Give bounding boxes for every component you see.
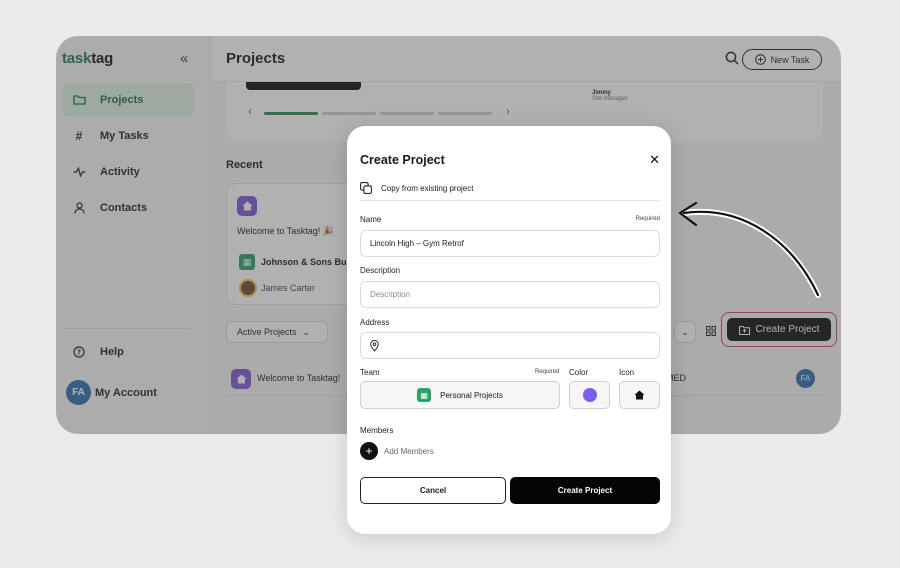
add-members-button[interactable]: + Add Members: [360, 442, 434, 460]
project-title: Welcome to Tasktag! 🎉: [237, 226, 334, 236]
app-logo: tasktag: [62, 50, 114, 67]
folder-icon: [72, 94, 86, 105]
sort-dropdown[interactable]: ⌄: [674, 321, 696, 343]
collapse-sidebar-icon[interactable]: «: [180, 50, 188, 67]
carousel-person: Jimmy Site Manager: [592, 90, 628, 102]
chevron-down-icon: ⌄: [681, 326, 689, 337]
team-label: Team: [360, 368, 380, 377]
chevron-left-icon[interactable]: ‹: [248, 104, 252, 118]
carousel-indicator[interactable]: [322, 112, 376, 115]
carousel-indicator[interactable]: [438, 112, 492, 115]
plus-icon: +: [360, 442, 378, 460]
name-field[interactable]: Lincoln High – Gym Retrof: [360, 230, 660, 257]
location-pin-icon: [370, 339, 379, 352]
sidebar-divider: [64, 328, 190, 329]
color-swatch: [582, 388, 597, 402]
sidebar-item-help[interactable]: ? Help: [62, 335, 195, 368]
grid-view-icon[interactable]: [706, 326, 716, 339]
sidebar-item-my-tasks[interactable]: # My Tasks: [62, 119, 195, 152]
name-required-label: Required: [635, 216, 660, 222]
team-required-label: Required: [535, 369, 560, 375]
sidebar-item-label: Activity: [100, 165, 140, 178]
create-project-button[interactable]: Create Project: [727, 318, 831, 341]
team-select[interactable]: ▦ Personal Projects: [360, 381, 560, 409]
house-icon: [634, 390, 645, 400]
sidebar-item-label: Contacts: [100, 201, 148, 214]
project-org: ▦ Johnson & Sons Bui: [239, 254, 349, 270]
avatar: FA: [796, 369, 815, 388]
sidebar-item-label: My Account: [95, 386, 157, 399]
sidebar: tasktag « Projects # My Tasks Activity C…: [56, 36, 211, 434]
person-icon: [72, 201, 86, 214]
members-label: Members: [360, 426, 394, 435]
avatar: FA: [66, 380, 91, 405]
new-task-button[interactable]: New Task: [742, 49, 822, 70]
description-field[interactable]: Description: [360, 281, 660, 308]
name-label: Name: [360, 215, 382, 224]
avatar: [239, 279, 257, 297]
house-icon: [237, 196, 257, 216]
recent-title: Recent: [226, 159, 263, 171]
icon-picker[interactable]: [619, 381, 660, 409]
sidebar-item-label: Help: [100, 345, 124, 358]
color-picker[interactable]: [569, 381, 610, 409]
create-project-highlight: Create Project: [721, 312, 837, 347]
building-icon: ▦: [417, 388, 432, 402]
icon-label: Icon: [619, 368, 635, 377]
carousel-banner: [246, 82, 361, 90]
new-task-label: New Task: [770, 54, 810, 65]
sidebar-item-label: Projects: [100, 93, 144, 106]
modal-title: Create Project: [360, 153, 445, 167]
activity-icon: [72, 166, 86, 177]
page-header: Projects New Task: [211, 36, 841, 82]
sidebar-item-label: My Tasks: [100, 129, 149, 142]
create-project-modal: Create Project ✕ Copy from existing proj…: [347, 126, 671, 534]
building-icon: ▦: [239, 254, 255, 270]
sidebar-item-activity[interactable]: Activity: [62, 155, 195, 188]
page-title: Projects: [226, 50, 286, 67]
sidebar-item-projects[interactable]: Projects: [62, 83, 195, 116]
address-label: Address: [360, 318, 390, 327]
active-projects-dropdown[interactable]: Active Projects ⌄: [226, 321, 328, 343]
help-icon: ?: [72, 345, 86, 358]
house-icon: [231, 369, 251, 389]
plus-circle-icon: [754, 54, 766, 65]
address-field[interactable]: [360, 332, 660, 359]
cancel-button[interactable]: Cancel: [360, 477, 506, 504]
description-label: Description: [360, 266, 401, 275]
row-title: Welcome to Tasktag!: [257, 373, 341, 383]
search-icon[interactable]: [725, 51, 739, 70]
project-user: James Carter: [239, 279, 315, 297]
sidebar-item-contacts[interactable]: Contacts: [62, 191, 195, 224]
chevron-down-icon: ⌄: [302, 326, 311, 337]
create-project-submit-button[interactable]: Create Project: [510, 477, 660, 504]
sidebar-item-account[interactable]: FA My Account: [62, 376, 195, 409]
annotation-arrow-icon: [678, 201, 821, 298]
copy-icon: [360, 182, 372, 194]
chevron-right-icon[interactable]: ›: [506, 104, 510, 118]
hash-icon: #: [75, 128, 83, 143]
carousel-indicator[interactable]: [380, 112, 434, 115]
color-label: Color: [569, 368, 589, 377]
folder-plus-icon: [738, 325, 750, 335]
carousel-indicator[interactable]: [264, 112, 318, 115]
svg-text:?: ?: [77, 348, 81, 356]
copy-from-existing-button[interactable]: Copy from existing project: [360, 182, 660, 201]
close-icon[interactable]: ✕: [649, 152, 660, 168]
